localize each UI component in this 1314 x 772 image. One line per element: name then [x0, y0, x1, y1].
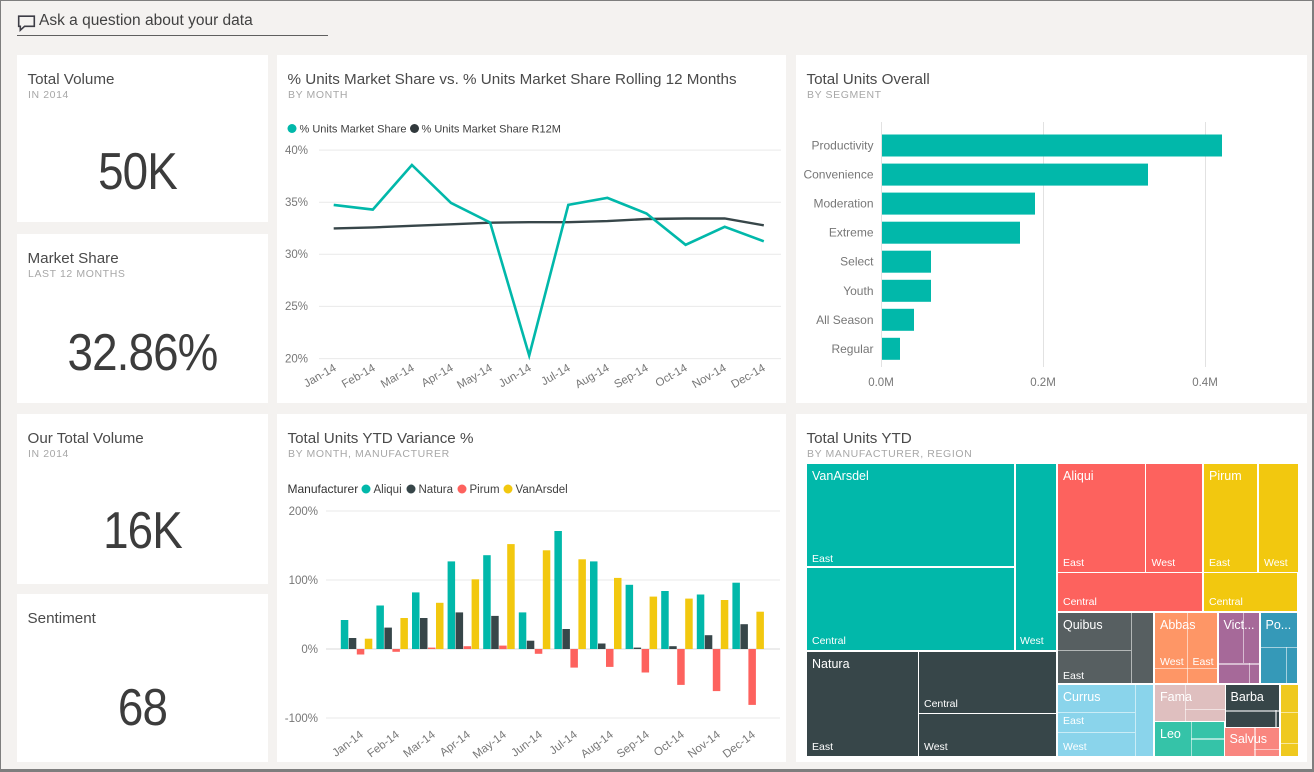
svg-text:Apr-14: Apr-14 — [420, 362, 456, 390]
svg-text:40%: 40% — [285, 145, 308, 157]
svg-text:Dec-14: Dec-14 — [721, 728, 758, 760]
svg-text:Nov-14: Nov-14 — [690, 362, 729, 391]
svg-text:Feb-14: Feb-14 — [340, 362, 378, 391]
svg-text:Mar-14: Mar-14 — [379, 362, 417, 391]
svg-text:Sep-14: Sep-14 — [615, 728, 652, 760]
svg-text:Manufacturer: Manufacturer — [288, 482, 359, 496]
svg-text:Natura: Natura — [419, 484, 454, 496]
svg-text:Youth: Youth — [843, 284, 873, 298]
svg-text:Nov-14: Nov-14 — [686, 728, 723, 760]
svg-text:May-14: May-14 — [471, 728, 509, 761]
svg-text:Mar-14: Mar-14 — [401, 728, 438, 760]
svg-text:Aliqui: Aliqui — [374, 484, 402, 496]
svg-text:Convenience: Convenience — [803, 168, 873, 182]
svg-text:20%: 20% — [285, 354, 308, 366]
svg-text:% Units Market Share R12M: % Units Market Share R12M — [422, 124, 561, 136]
svg-text:Feb-14: Feb-14 — [365, 728, 402, 760]
svg-text:Moderation: Moderation — [813, 197, 873, 211]
svg-text:100%: 100% — [289, 575, 318, 587]
svg-text:% Units Market Share: % Units Market Share — [300, 124, 407, 136]
svg-text:Jan-14: Jan-14 — [302, 362, 339, 390]
svg-text:Extreme: Extreme — [829, 226, 874, 240]
svg-text:Jun-14: Jun-14 — [509, 728, 545, 759]
svg-text:Jun-14: Jun-14 — [497, 362, 534, 390]
svg-text:Aug-14: Aug-14 — [573, 362, 612, 391]
svg-text:May-14: May-14 — [455, 362, 495, 392]
svg-text:35%: 35% — [285, 197, 308, 209]
svg-text:All Season: All Season — [816, 313, 873, 327]
svg-text:Jul-14: Jul-14 — [548, 728, 581, 757]
svg-text:0.0M: 0.0M — [868, 377, 894, 389]
svg-text:Regular: Regular — [831, 342, 873, 356]
svg-text:Pirum: Pirum — [470, 484, 500, 496]
svg-text:Oct-14: Oct-14 — [654, 362, 690, 390]
svg-text:30%: 30% — [285, 249, 308, 261]
svg-text:Dec-14: Dec-14 — [729, 362, 768, 391]
svg-text:VanArsdel: VanArsdel — [516, 484, 568, 496]
svg-text:Jul-14: Jul-14 — [539, 362, 573, 388]
svg-text:Aug-14: Aug-14 — [579, 728, 616, 760]
svg-text:0%: 0% — [301, 644, 318, 656]
svg-text:Apr-14: Apr-14 — [438, 728, 473, 759]
svg-text:Oct-14: Oct-14 — [652, 728, 687, 759]
svg-text:Jan-14: Jan-14 — [330, 728, 366, 759]
svg-text:25%: 25% — [285, 301, 308, 313]
svg-text:200%: 200% — [289, 506, 318, 518]
svg-text:-100%: -100% — [285, 713, 318, 725]
svg-text:0.2M: 0.2M — [1030, 377, 1056, 389]
svg-text:Productivity: Productivity — [811, 139, 873, 153]
svg-text:Sep-14: Sep-14 — [612, 362, 651, 391]
svg-text:0.4M: 0.4M — [1192, 377, 1218, 389]
svg-text:Select: Select — [840, 255, 874, 269]
